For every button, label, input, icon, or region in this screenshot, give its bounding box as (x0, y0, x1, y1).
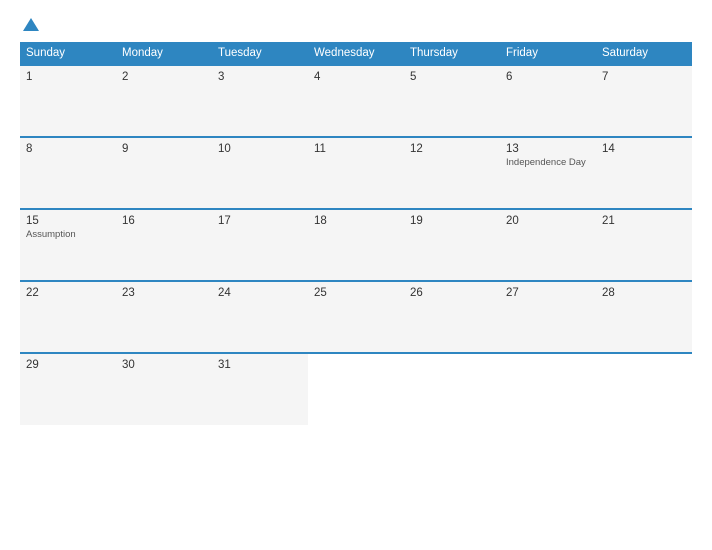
calendar-cell: 8 (20, 137, 116, 209)
calendar-cell: 14 (596, 137, 692, 209)
calendar-cell: 23 (116, 281, 212, 353)
weekday-header-row: SundayMondayTuesdayWednesdayThursdayFrid… (20, 42, 692, 65)
week-row-2: 89 10 11 12 13 Independence Day 14 (20, 137, 692, 209)
calendar-cell: 29 (20, 353, 116, 425)
weekday-header-tuesday: Tuesday (212, 42, 308, 65)
day-number: 20 (506, 215, 590, 227)
calendar-cell: 25 (308, 281, 404, 353)
calendar-cell: 27 (500, 281, 596, 353)
day-number: 25 (314, 287, 398, 299)
day-number: 15 (26, 215, 110, 227)
calendar-cell: 15 Assumption (20, 209, 116, 281)
day-number: 24 (218, 287, 302, 299)
calendar-cell: 4 (308, 65, 404, 137)
weekday-header-monday: Monday (116, 42, 212, 65)
day-number: 23 (122, 287, 206, 299)
day-number: 14 (602, 143, 686, 155)
week-row-4: 22 23 24 25 26 27 28 (20, 281, 692, 353)
calendar-cell: 24 (212, 281, 308, 353)
calendar-cell: 6 (500, 65, 596, 137)
calendar-table: SundayMondayTuesdayWednesdayThursdayFrid… (20, 42, 692, 425)
day-number: 17 (218, 215, 302, 227)
calendar-cell: 10 (212, 137, 308, 209)
calendar-cell: 19 (404, 209, 500, 281)
day-number: 26 (410, 287, 494, 299)
week-row-1: 1234567 (20, 65, 692, 137)
day-number: 29 (26, 359, 110, 371)
day-number: 12 (410, 143, 494, 155)
calendar-cell: 26 (404, 281, 500, 353)
calendar-cell (500, 353, 596, 425)
calendar-cell: 22 (20, 281, 116, 353)
day-number: 22 (26, 287, 110, 299)
day-number: 2 (122, 71, 206, 83)
day-number: 18 (314, 215, 398, 227)
day-number: 9 (122, 143, 206, 155)
week-row-3: 15 Assumption 16 17 18 19 20 21 (20, 209, 692, 281)
day-number: 8 (26, 143, 110, 155)
calendar-cell: 30 (116, 353, 212, 425)
calendar-cell: 3 (212, 65, 308, 137)
calendar-cell: 9 (116, 137, 212, 209)
calendar-cell: 21 (596, 209, 692, 281)
logo-blue-text (20, 18, 39, 32)
day-number: 3 (218, 71, 302, 83)
day-number: 19 (410, 215, 494, 227)
calendar-page: SundayMondayTuesdayWednesdayThursdayFrid… (0, 0, 712, 550)
day-number: 31 (218, 359, 302, 371)
weekday-header-friday: Friday (500, 42, 596, 65)
day-number: 11 (314, 143, 398, 155)
week-row-5: 29 30 31 (20, 353, 692, 425)
calendar-cell: 18 (308, 209, 404, 281)
calendar-cell: 1 (20, 65, 116, 137)
day-number: 6 (506, 71, 590, 83)
calendar-cell: 17 (212, 209, 308, 281)
day-number: 21 (602, 215, 686, 227)
calendar-cell: 16 (116, 209, 212, 281)
calendar-cell: 31 (212, 353, 308, 425)
calendar-cell (308, 353, 404, 425)
holiday-name: Assumption (26, 229, 110, 240)
calendar-cell: 7 (596, 65, 692, 137)
calendar-cell: 11 (308, 137, 404, 209)
day-number: 5 (410, 71, 494, 83)
header (20, 18, 692, 32)
logo (20, 18, 39, 32)
calendar-cell (596, 353, 692, 425)
calendar-cell: 2 (116, 65, 212, 137)
weekday-header-saturday: Saturday (596, 42, 692, 65)
day-number: 16 (122, 215, 206, 227)
day-number: 30 (122, 359, 206, 371)
holiday-name: Independence Day (506, 157, 590, 168)
day-number: 10 (218, 143, 302, 155)
day-number: 13 (506, 143, 590, 155)
calendar-cell: 28 (596, 281, 692, 353)
day-number: 4 (314, 71, 398, 83)
logo-triangle-icon (23, 18, 39, 31)
day-number: 27 (506, 287, 590, 299)
calendar-cell: 20 (500, 209, 596, 281)
weekday-header-wednesday: Wednesday (308, 42, 404, 65)
weekday-header-sunday: Sunday (20, 42, 116, 65)
calendar-cell: 13 Independence Day (500, 137, 596, 209)
calendar-cell (404, 353, 500, 425)
day-number: 1 (26, 71, 110, 83)
calendar-cell: 12 (404, 137, 500, 209)
day-number: 28 (602, 287, 686, 299)
weekday-header-thursday: Thursday (404, 42, 500, 65)
day-number: 7 (602, 71, 686, 83)
calendar-cell: 5 (404, 65, 500, 137)
